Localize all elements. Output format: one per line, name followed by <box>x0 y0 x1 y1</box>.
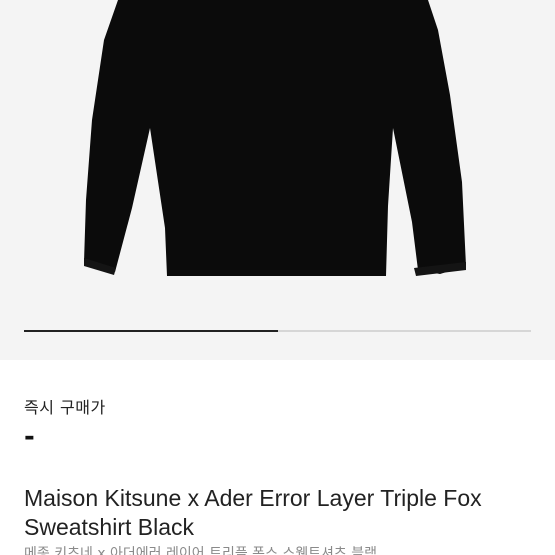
gallery-progress-indicator <box>24 330 278 332</box>
sweatshirt-body <box>84 0 466 276</box>
product-image-sweatshirt <box>84 0 466 276</box>
product-image-gallery[interactable] <box>0 0 555 360</box>
instant-buy-price-label: 즉시 구매가 <box>24 398 106 417</box>
gallery-progress-track <box>24 330 531 332</box>
product-subtitle: 메종 키츠네 x 아더에러 레이어 트리플 폭스 스웻트셔츠 블랙 <box>24 546 378 555</box>
product-title: Maison Kitsune x Ader Error Layer Triple… <box>24 485 482 540</box>
instant-buy-price-value: - <box>24 422 35 452</box>
product-detail-page: 즉시 구매가 - Maison Kitsune x Ader Error Lay… <box>0 0 555 555</box>
